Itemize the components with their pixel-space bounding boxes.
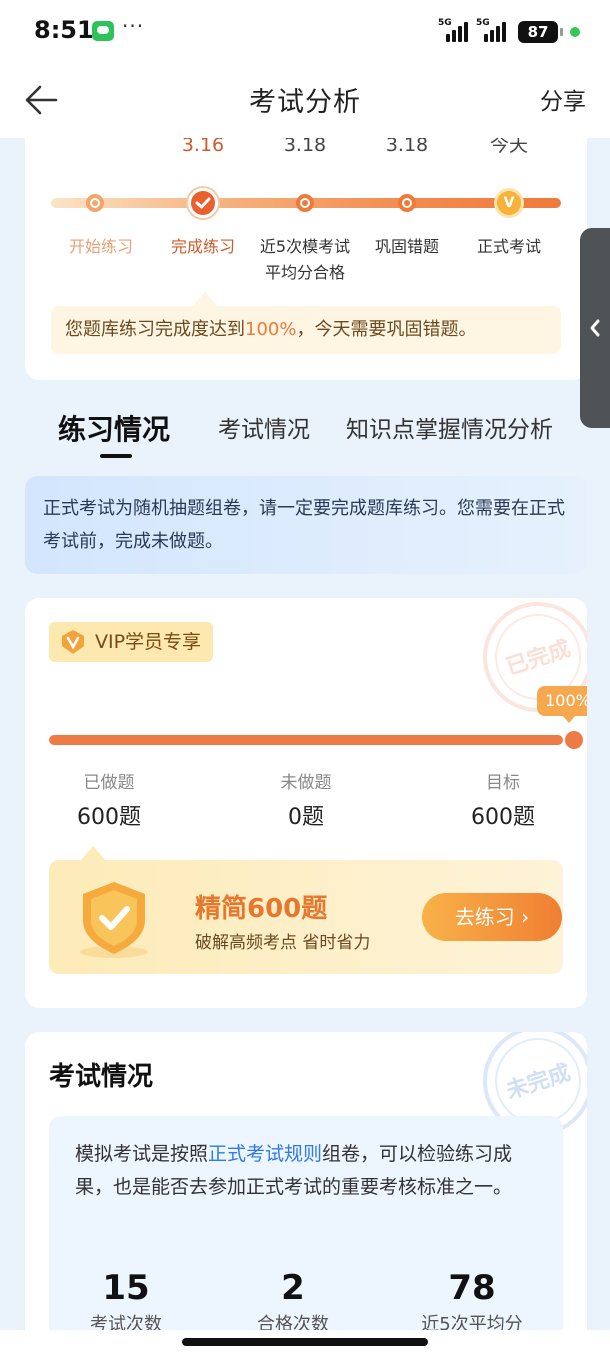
status-more-dots: ··· [122, 14, 145, 38]
step-date: 3.16 [181, 138, 225, 154]
tab-exam[interactable]: 考试情况 [218, 410, 310, 444]
vip-shield-icon [62, 630, 84, 654]
progress-tip: 您题库练习完成度达到100%，今天需要巩固错题。 [51, 306, 561, 354]
signal-icon-2: 5G [476, 18, 514, 42]
side-drawer-handle[interactable] [580, 228, 610, 428]
stat-avg-score: 78 近5次平均分 [421, 1268, 523, 1335]
signal-icon: 5G [438, 18, 476, 42]
stat-undone: 未做题 0题 [280, 773, 332, 830]
step-date: 今天 [489, 138, 529, 154]
progress-percent-bubble: 100% [537, 686, 587, 723]
step-label-mock: 近5次模考试 平均分合格 [259, 237, 351, 282]
step-label-review: 巩固错题 [374, 237, 440, 256]
promo-title: 精简600题 [195, 894, 328, 924]
tip-pointer [193, 292, 217, 306]
progress-steps-card: 3.16 3.18 3.18 今天 V 开始练习 完成练习 近5次模考试 平均分… [25, 138, 587, 380]
practice-progress-bar [49, 735, 563, 745]
exam-section-title: 考试情况 [49, 1062, 154, 1092]
step-node-mock [296, 194, 314, 212]
step-label-start: 开始练习 [68, 237, 134, 256]
battery-icon: 87 [518, 21, 563, 43]
privacy-indicator-dot [570, 27, 580, 37]
stat-pass-count: 2 合格次数 [257, 1268, 329, 1335]
promo-pointer [81, 846, 105, 860]
step-node-start [86, 194, 104, 212]
tab-knowledge[interactable]: 知识点掌握情况分析 [346, 410, 553, 444]
status-bar: 8:51 ··· 5G 5G 87 [0, 0, 610, 64]
practice-card: 已完成 VIP学员专享 100% 已做题 600题 未做题 0题 目标 600题… [25, 598, 587, 1008]
step-date: 3.18 [283, 138, 327, 154]
step-label-complete: 完成练习 [170, 237, 236, 256]
vip-badge: VIP学员专享 [49, 622, 214, 662]
promo-subtitle: 破解高频考点 省时省力 [195, 933, 371, 953]
go-practice-button[interactable]: 去练习 › [422, 893, 562, 941]
stat-done: 已做题 600题 [77, 773, 141, 830]
chevron-left-icon [590, 319, 600, 337]
step-label-exam: 正式考试 [476, 237, 542, 256]
check-icon [188, 188, 218, 218]
status-time: 8:51 [34, 16, 94, 44]
step-date: 3.18 [385, 138, 429, 154]
stat-target: 目标 600题 [471, 773, 535, 830]
stat-exam-count: 15 考试次数 [90, 1268, 162, 1335]
home-indicator[interactable] [182, 1338, 428, 1346]
vip-badge-label: VIP学员专享 [95, 631, 202, 653]
info-banner: 正式考试为随机抽题组卷，请一定要完成题库练习。您需要在正式考试前，完成未做题。 [25, 476, 587, 574]
page-title: 考试分析 [249, 87, 361, 118]
nav-bar: 考试分析 分享 [0, 64, 610, 138]
active-tab-indicator [100, 454, 132, 458]
step-node-review [398, 194, 416, 212]
exam-rules-link[interactable]: 正式考试规则 [208, 1143, 322, 1165]
tab-practice[interactable]: 练习情况 [58, 408, 170, 448]
promo-banner[interactable]: 精简600题 破解高频考点 省时省力 去练习 › [49, 860, 563, 974]
wechat-icon [92, 21, 114, 41]
vip-step-icon: V [494, 188, 524, 218]
share-button[interactable]: 分享 [540, 82, 586, 116]
progress-bar-knob [565, 731, 583, 749]
shield-check-icon [80, 882, 148, 958]
